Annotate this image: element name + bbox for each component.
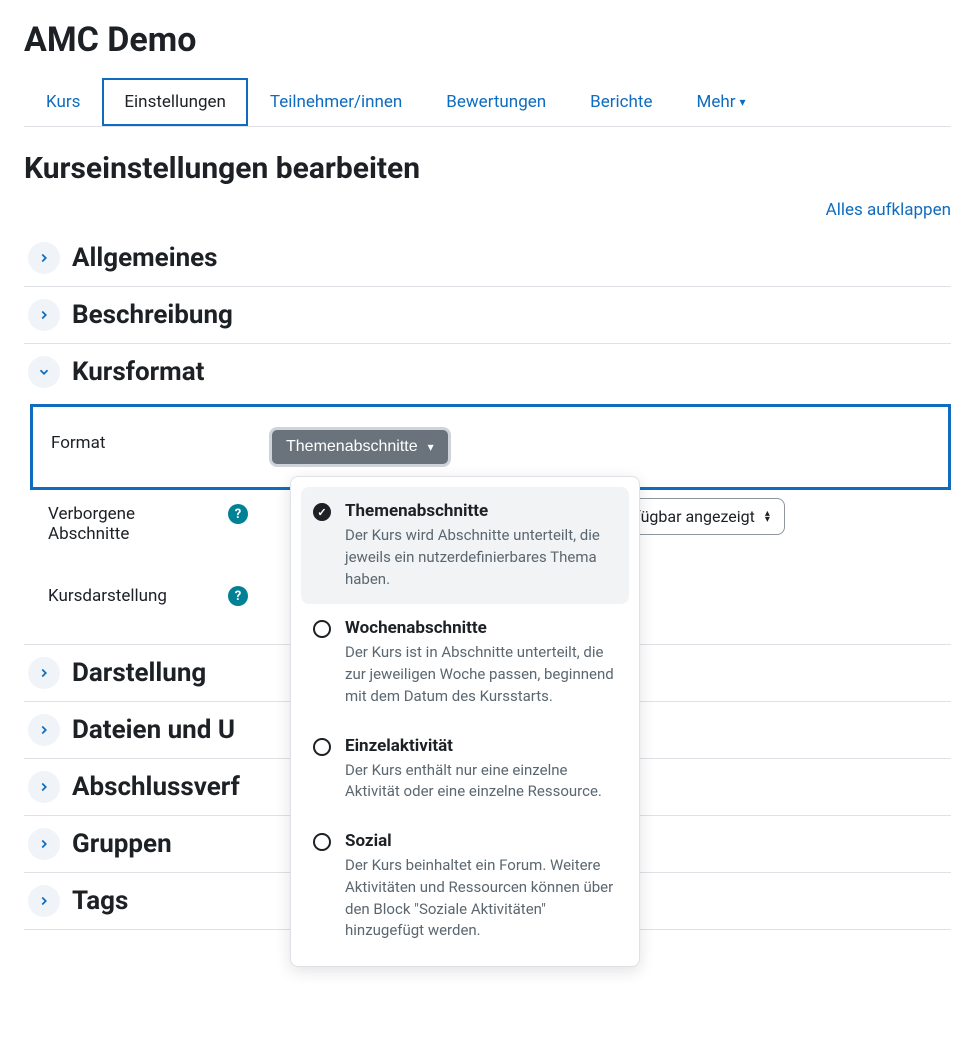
option-title: Themenabschnitte [345, 501, 617, 521]
radio-unchecked-icon [313, 738, 331, 756]
tab-teilnehmer[interactable]: Teilnehmer/innen [248, 78, 424, 126]
chevron-right-icon [28, 657, 60, 689]
field-label-format: Format [51, 433, 251, 453]
format-dropdown-menu: Themenabschnitte Der Kurs wird Abschnitt… [290, 476, 640, 967]
help-icon[interactable]: ? [228, 504, 248, 524]
option-title: Wochenabschnitte [345, 618, 617, 638]
section-allgemeines: Allgemeines [24, 230, 951, 287]
dropdown-option-sozial[interactable]: Sozial Der Kurs beinhaltet ein Forum. We… [301, 817, 629, 956]
dropdown-option-einzelaktivitaet[interactable]: Einzelaktivität Der Kurs enthält nur ein… [301, 722, 629, 818]
verborgene-select-value: erfügbar angezeigt [621, 507, 755, 526]
format-select-value: Themenabschnitte [286, 438, 418, 456]
chevron-down-icon [28, 356, 60, 388]
radio-unchecked-icon [313, 833, 331, 851]
radio-unchecked-icon [313, 620, 331, 638]
chevron-right-icon [28, 828, 60, 860]
tab-mehr[interactable]: Mehr ▾ [674, 78, 767, 126]
field-label-verborgene: Verborgene Abschnitte [48, 504, 220, 544]
dropdown-option-wochenabschnitte[interactable]: Wochenabschnitte Der Kurs ist in Abschni… [301, 604, 629, 721]
page-title: Kurseinstellungen bearbeiten [24, 151, 951, 186]
section-title: Abschlussverf [72, 772, 240, 802]
chevron-right-icon [28, 714, 60, 746]
tab-bewertungen[interactable]: Bewertungen [424, 78, 568, 126]
option-title: Sozial [345, 831, 617, 851]
section-title: Darstellung [72, 658, 206, 688]
option-desc: Der Kurs enthält nur eine einzelne Aktiv… [345, 760, 617, 804]
section-header-beschreibung[interactable]: Beschreibung [24, 287, 951, 343]
help-icon[interactable]: ? [228, 586, 248, 606]
chevron-right-icon [28, 771, 60, 803]
tab-mehr-label: Mehr [696, 92, 735, 112]
format-select[interactable]: Themenabschnitte ▾ [269, 427, 451, 467]
tab-kurs[interactable]: Kurs [24, 78, 102, 126]
course-tabs: Kurs Einstellungen Teilnehmer/innen Bewe… [24, 78, 951, 127]
sort-icon: ▴▾ [765, 511, 770, 523]
section-title: Tags [72, 886, 128, 916]
option-desc: Der Kurs wird Abschnitte unterteilt, die… [345, 525, 617, 590]
option-desc: Der Kurs beinhaltet ein Forum. Weitere A… [345, 855, 617, 942]
chevron-right-icon [28, 885, 60, 917]
section-title: Dateien und U [72, 715, 235, 745]
option-desc: Der Kurs ist in Abschnitte unterteilt, d… [345, 642, 617, 707]
option-title: Einzelaktivität [345, 736, 617, 756]
tab-berichte[interactable]: Berichte [568, 78, 674, 126]
chevron-down-icon: ▾ [739, 95, 745, 109]
dropdown-option-themenabschnitte[interactable]: Themenabschnitte Der Kurs wird Abschnitt… [301, 487, 629, 604]
section-title: Allgemeines [72, 243, 218, 273]
section-header-kursformat[interactable]: Kursformat [24, 344, 951, 400]
section-title: Gruppen [72, 829, 172, 859]
chevron-right-icon [28, 242, 60, 274]
chevron-down-icon: ▾ [428, 440, 434, 454]
expand-all-link[interactable]: Alles aufklappen [24, 200, 951, 220]
radio-checked-icon [313, 503, 331, 521]
section-header-allgemeines[interactable]: Allgemeines [24, 230, 951, 286]
section-title: Beschreibung [72, 300, 233, 330]
tab-einstellungen[interactable]: Einstellungen [102, 78, 248, 126]
section-beschreibung: Beschreibung [24, 287, 951, 344]
section-title: Kursformat [72, 357, 204, 387]
field-label-kursdarstellung: Kursdarstellung [48, 586, 220, 606]
site-title: AMC Demo [24, 20, 951, 60]
chevron-right-icon [28, 299, 60, 331]
